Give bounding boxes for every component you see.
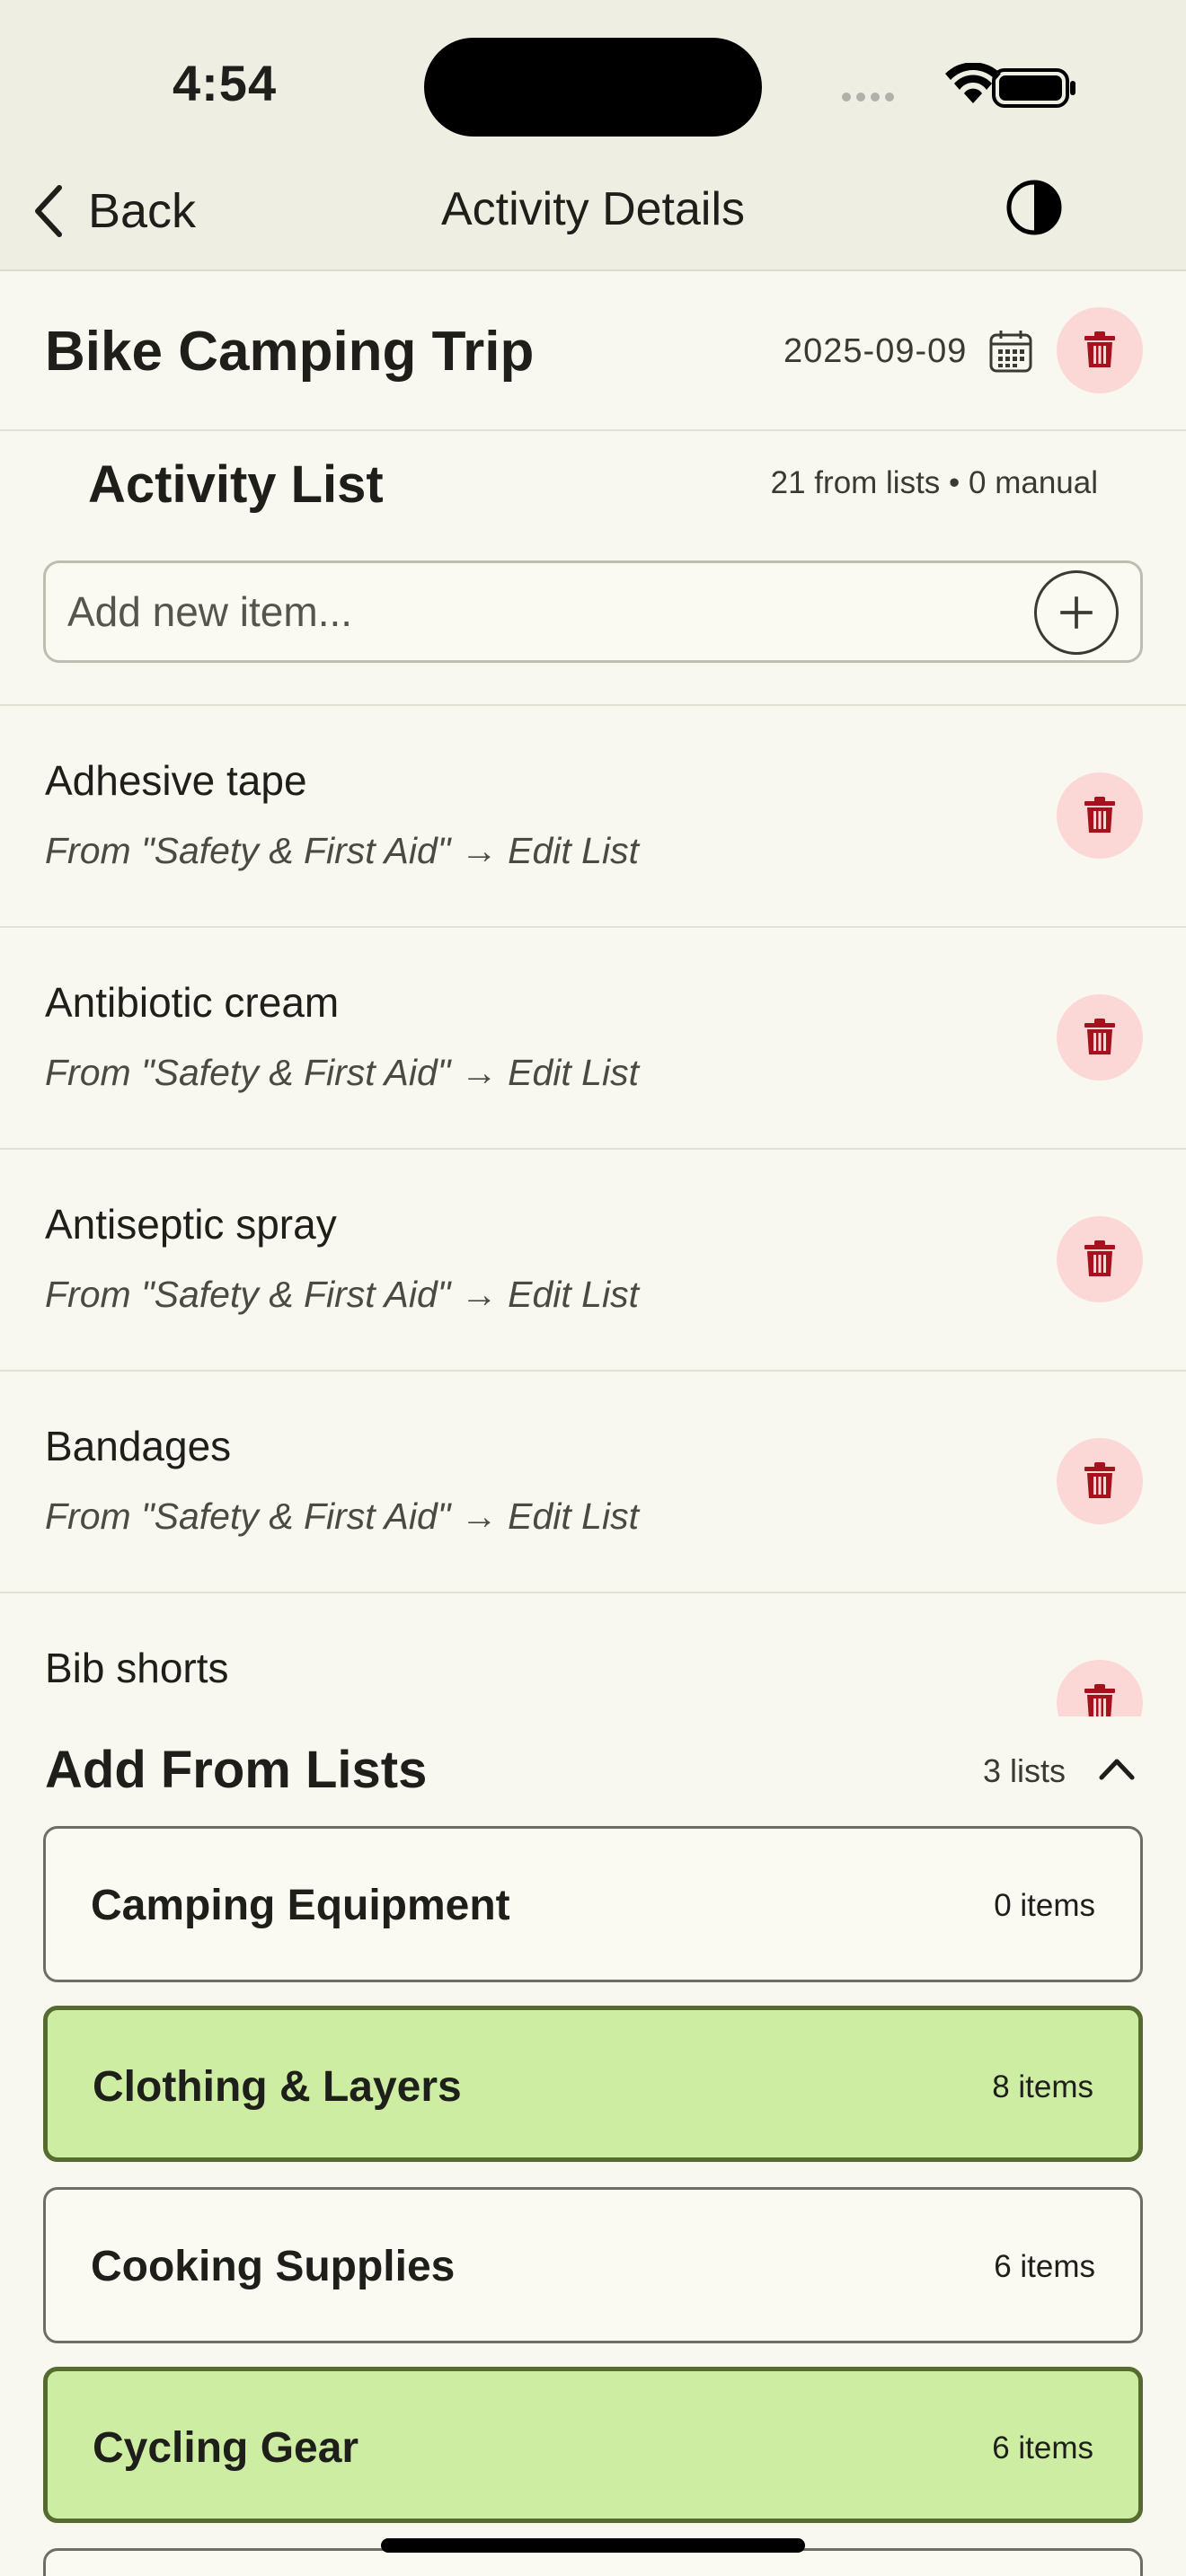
plus-icon[interactable] bbox=[1034, 570, 1119, 655]
battery-icon bbox=[992, 68, 1075, 108]
home-indicator[interactable] bbox=[381, 2538, 805, 2553]
list-card-clothing-layers[interactable]: Clothing & Layers 8 items bbox=[43, 2006, 1143, 2162]
delete-item-button[interactable] bbox=[1057, 1216, 1143, 1302]
calendar-icon[interactable] bbox=[988, 329, 1033, 374]
list-card-count: 8 items bbox=[992, 2069, 1093, 2104]
trash-icon bbox=[1084, 1240, 1115, 1276]
list-item: Bandages From "Safety & First Aid" → Edi… bbox=[0, 1372, 1186, 1593]
item-source-link[interactable]: From "Safety & First Aid" → Edit List bbox=[45, 1495, 639, 1538]
item-name: Bandages bbox=[45, 1423, 232, 1469]
item-source-link[interactable]: From "Safety & First Aid" → Edit List bbox=[45, 1052, 639, 1094]
item-name: Antiseptic spray bbox=[45, 1201, 337, 1248]
trash-icon bbox=[1084, 797, 1115, 833]
activity-title: Bike Camping Trip bbox=[45, 321, 535, 383]
trash-icon bbox=[1084, 1684, 1115, 1716]
list-card-count: 6 items bbox=[992, 2430, 1093, 2466]
add-from-lists-panel: Add From Lists 3 lists Camping Equipment… bbox=[0, 1716, 1186, 2576]
list-card-count: 6 items bbox=[994, 2249, 1095, 2284]
add-from-lists-title: Add From Lists bbox=[45, 1741, 428, 1799]
list-item: Antibiotic cream From "Safety & First Ai… bbox=[0, 928, 1186, 1150]
chevron-up-icon[interactable] bbox=[1098, 1754, 1136, 1781]
activity-date[interactable]: 2025-09-09 bbox=[783, 332, 967, 371]
item-name: Antibiotic cream bbox=[45, 979, 340, 1026]
contrast-icon[interactable] bbox=[1005, 178, 1064, 237]
add-item-field bbox=[43, 560, 1143, 663]
top-bar: 4:54 Back Activity Details bbox=[0, 0, 1186, 271]
list-item: Adhesive tape From "Safety & First Aid" … bbox=[0, 706, 1186, 928]
list-card-camping-equipment[interactable]: Camping Equipment 0 items bbox=[43, 1826, 1143, 1982]
activity-list-title: Activity List bbox=[88, 455, 384, 514]
list-card-name: Camping Equipment bbox=[91, 1882, 510, 1929]
delete-item-button[interactable] bbox=[1057, 1660, 1143, 1716]
delete-item-button[interactable] bbox=[1057, 1438, 1143, 1524]
activity-list-header: Activity List 21 from lists • 0 manual bbox=[0, 433, 1186, 706]
list-card-name: Cooking Supplies bbox=[91, 2243, 456, 2290]
item-name: Adhesive tape bbox=[45, 757, 307, 804]
delete-item-button[interactable] bbox=[1057, 994, 1143, 1081]
item-source-link[interactable]: From "Safety & First Aid" → Edit List bbox=[45, 1274, 639, 1316]
list-card-name: Clothing & Layers bbox=[93, 2063, 462, 2111]
list-card-name: Cycling Gear bbox=[93, 2424, 359, 2472]
list-item: Bib shorts bbox=[0, 1593, 1186, 1716]
dynamic-island bbox=[424, 38, 762, 137]
signal-icon bbox=[842, 93, 894, 101]
list-card-cycling-gear[interactable]: Cycling Gear 6 items bbox=[43, 2367, 1143, 2523]
list-item: Antiseptic spray From "Safety & First Ai… bbox=[0, 1150, 1186, 1372]
delete-item-button[interactable] bbox=[1057, 772, 1143, 859]
delete-activity-button[interactable] bbox=[1057, 307, 1143, 393]
trash-icon bbox=[1084, 1019, 1115, 1054]
list-card-count: 0 items bbox=[994, 1888, 1095, 1923]
item-source-link[interactable]: From "Safety & First Aid" → Edit List bbox=[45, 830, 639, 872]
trash-icon bbox=[1084, 331, 1115, 367]
trash-icon bbox=[1084, 1462, 1115, 1498]
list-card-cooking-supplies[interactable]: Cooking Supplies 6 items bbox=[43, 2187, 1143, 2343]
activity-header: Bike Camping Trip 2025-09-09 bbox=[0, 273, 1186, 431]
activity-list-counts: 21 from lists • 0 manual bbox=[770, 465, 1098, 500]
status-time: 4:54 bbox=[173, 55, 278, 111]
activity-items-list: Adhesive tape From "Safety & First Aid" … bbox=[0, 706, 1186, 1716]
add-item-input[interactable] bbox=[67, 563, 1038, 660]
lists-count: 3 lists bbox=[983, 1752, 1067, 1789]
item-name: Bib shorts bbox=[45, 1645, 229, 1691]
status-icons bbox=[842, 63, 1075, 108]
